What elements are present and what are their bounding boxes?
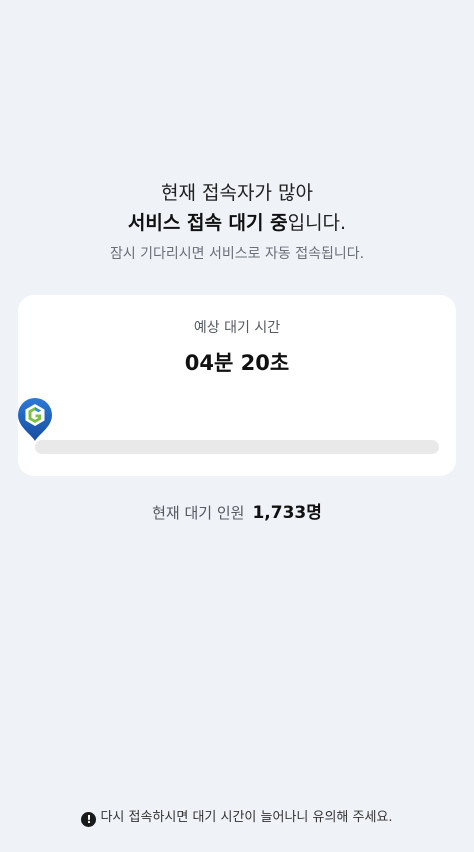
queue-info: 현재 대기 인원 1,733명 (0, 498, 474, 523)
wait-time-label: 예상 대기 시간 (193, 320, 281, 336)
wait-time-value: 04분 20초 (184, 351, 290, 375)
headline-rest-text: 입니다. (287, 212, 347, 234)
headline-line1: 현재 접속자가 많아 (161, 182, 313, 204)
headline-subtitle: 잠시 기다리시면 서비스로 자동 접속됩니다. (109, 246, 365, 262)
wait-time-card: 예상 대기 시간 04분 20초 (18, 295, 456, 476)
notice-text: 다시 접속하시면 대기 시간이 늘어나니 유의해 주세요. (100, 810, 393, 825)
location-pin-logo-icon (16, 396, 54, 442)
headline-line2: 서비스 접속 대기 중입니다. (0, 208, 474, 238)
queue-label: 현재 대기 인원 (152, 504, 245, 522)
exclamation-circle-icon: ! (81, 812, 97, 827)
reconnect-notice: ! 다시 접속하시면 대기 시간이 늘어나니 유의해 주세요. (0, 806, 474, 827)
wait-progress-bar (35, 440, 439, 454)
queue-count: 1,733명 (252, 503, 322, 523)
waiting-headline: 현재 접속자가 많아 서비스 접속 대기 중입니다. 잠시 기다리시면 서비스로… (0, 178, 474, 264)
headline-bold-text: 서비스 접속 대기 중 (127, 212, 288, 234)
